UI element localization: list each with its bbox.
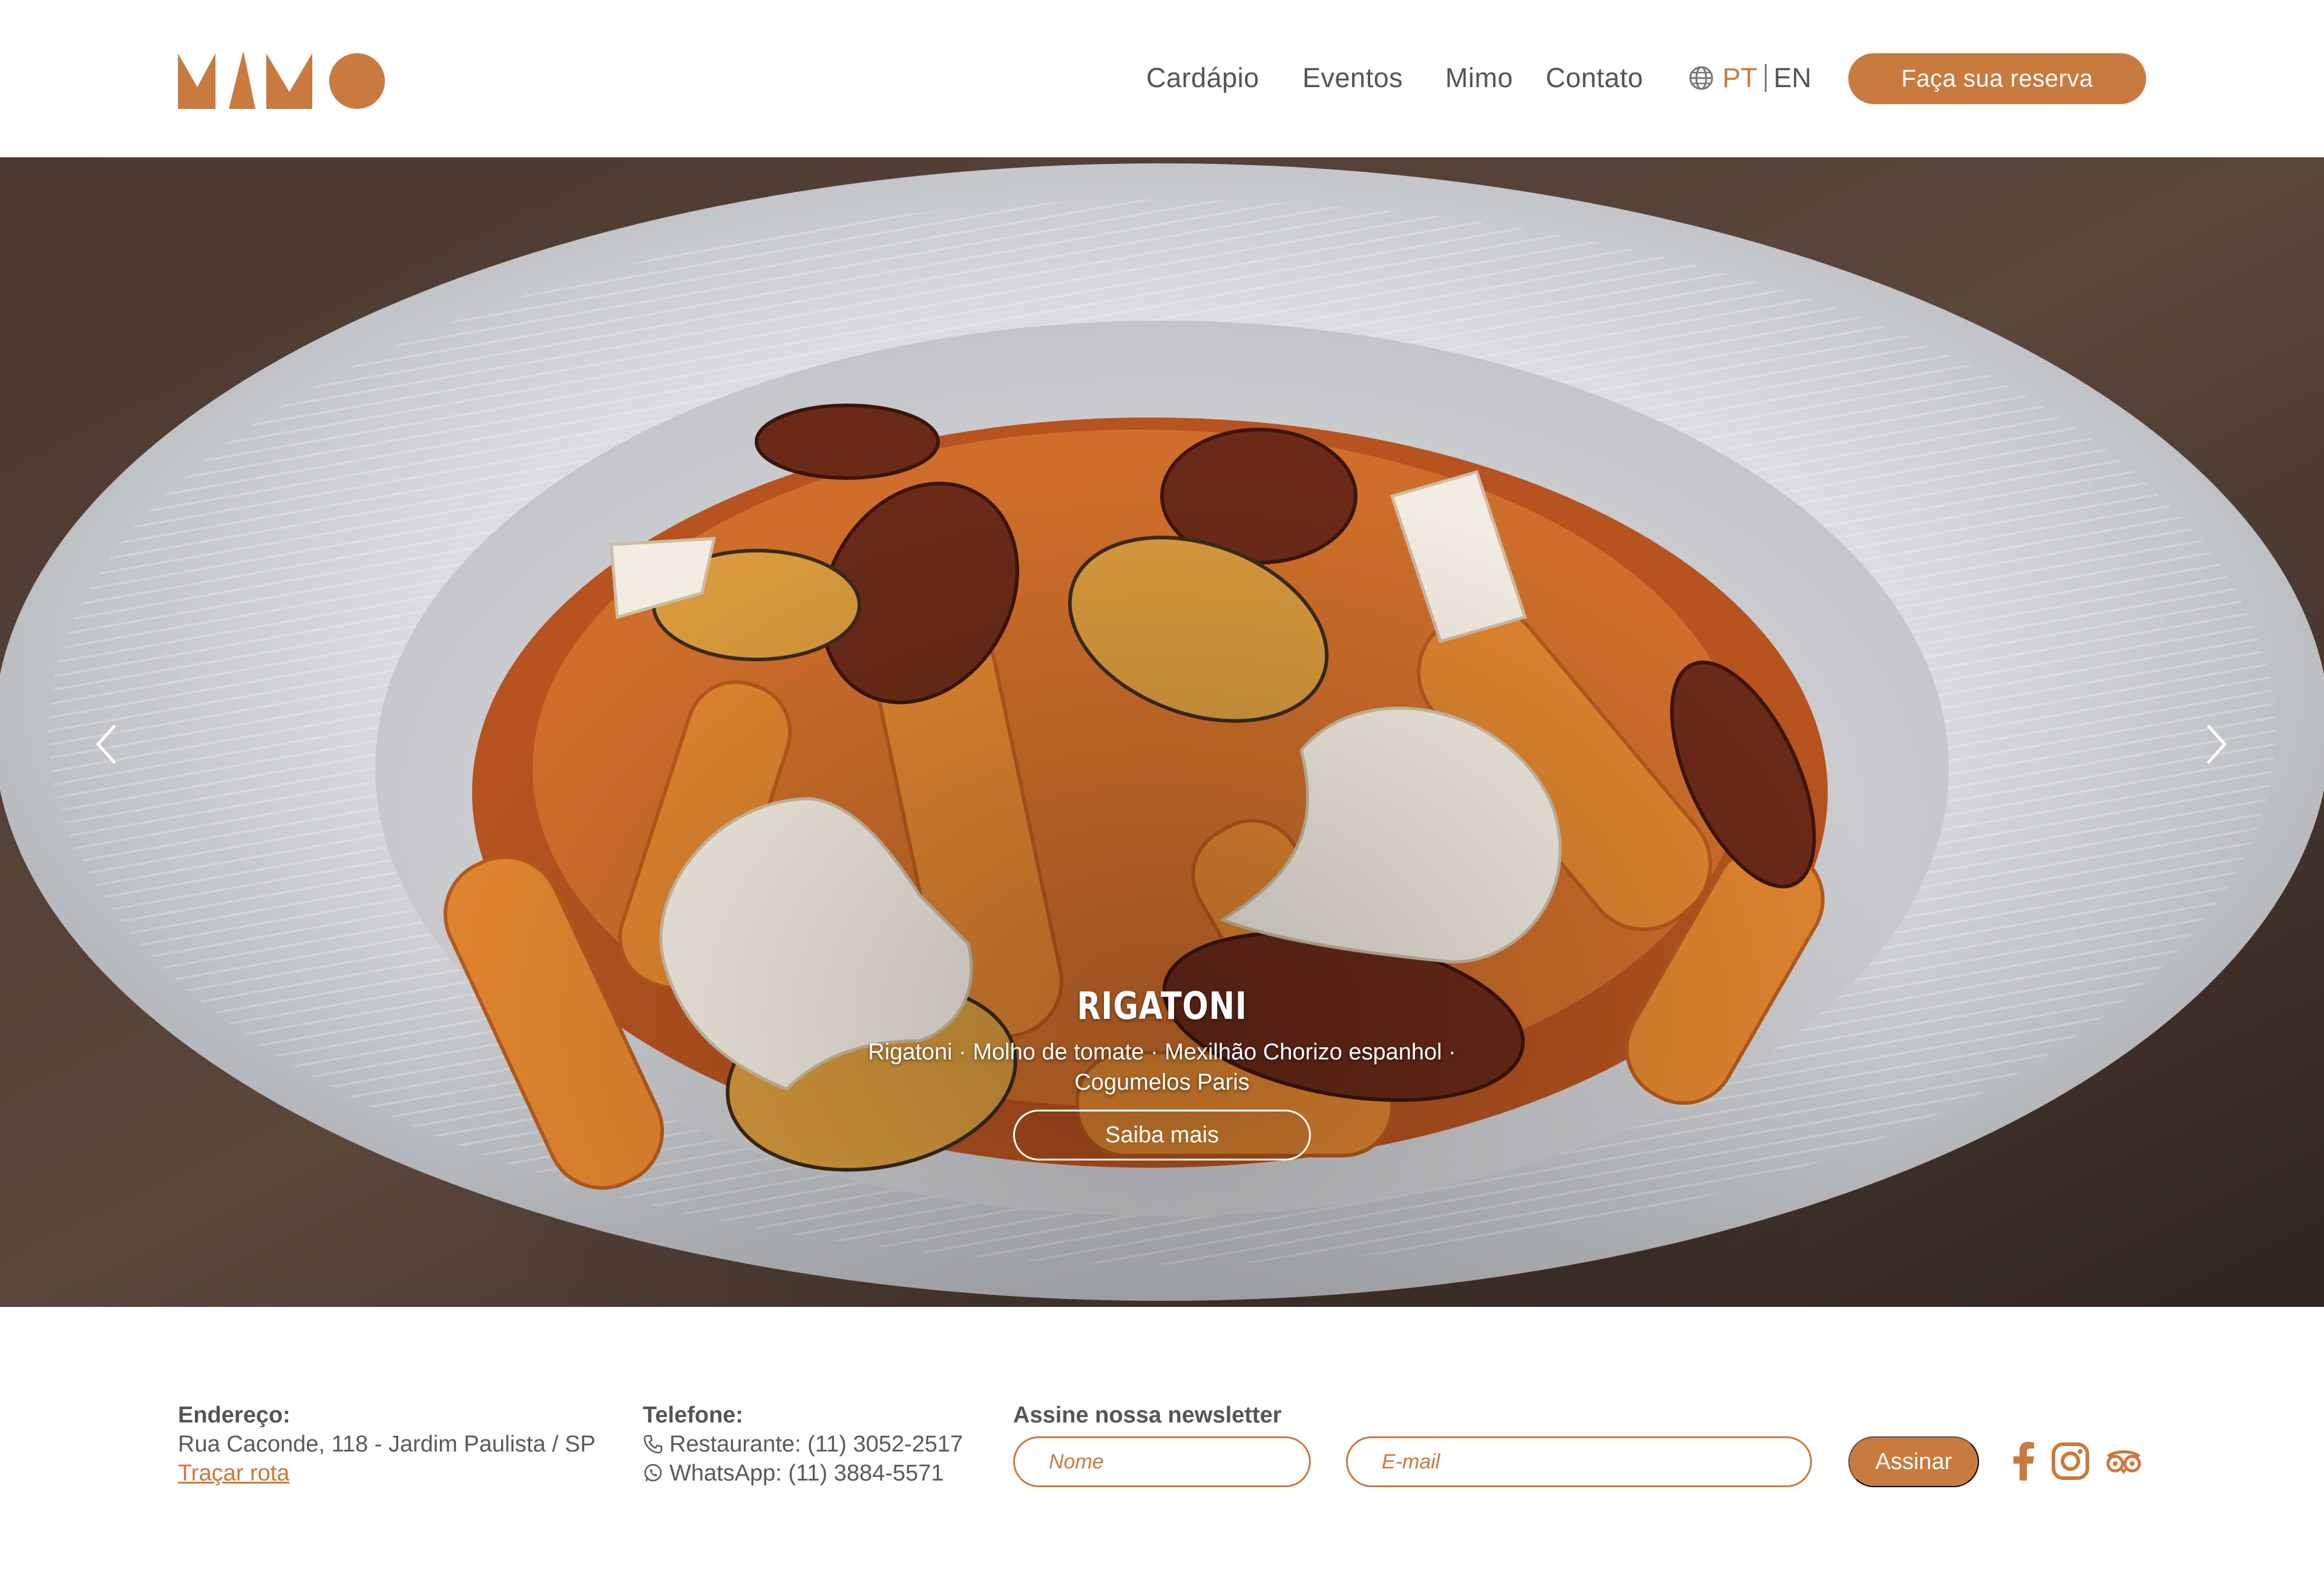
whatsapp-phone[interactable]: WhatsApp: (11) 3884-5571 [643, 1461, 944, 1487]
carousel-next-button[interactable] [2192, 708, 2240, 781]
tripadvisor-link[interactable] [2102, 1440, 2145, 1482]
learn-more-button[interactable]: Saiba mais [1013, 1110, 1311, 1160]
slide-description-line-2: Cogumelos Paris [1074, 1070, 1250, 1095]
instagram-link[interactable] [2049, 1440, 2092, 1482]
globe-icon [1689, 66, 1713, 90]
address-label: Endereço: [178, 1402, 290, 1428]
nav-cardapio[interactable]: Cardápio [1146, 58, 1259, 98]
lang-en[interactable]: EN [1774, 62, 1812, 94]
subscribe-button[interactable]: Assinar [1848, 1436, 1979, 1487]
nav-eventos[interactable]: Eventos [1302, 58, 1403, 98]
nav-mimo[interactable]: Mimo [1445, 58, 1513, 98]
lang-divider [1764, 64, 1767, 92]
instagram-icon [2052, 1442, 2089, 1480]
site-header: Cardápio Eventos Mimo Contato PT EN Faça… [0, 0, 2324, 157]
route-link[interactable]: Traçar rota [178, 1461, 289, 1487]
carousel-prev-button[interactable] [82, 708, 131, 781]
tripadvisor-icon [2106, 1450, 2141, 1474]
slide-title: RIGATONI [1077, 984, 1247, 1028]
phone-label: Telefone: [643, 1402, 744, 1428]
whatsapp-icon [644, 1464, 662, 1482]
whatsapp-phone-text: WhatsApp: (11) 3884-5571 [669, 1461, 944, 1486]
newsletter-label: Assine nossa newsletter [1013, 1402, 1282, 1428]
facebook-icon [2014, 1442, 2034, 1481]
newsletter-name-input[interactable]: Nome [1013, 1436, 1311, 1487]
restaurant-phone-text: Restaurante: (11) 3052-2517 [669, 1432, 963, 1457]
slide-description: Rigatoni · Molho de tomate · Mexilhão Ch… [829, 1037, 1495, 1098]
slide-description-line-1: Rigatoni · Molho de tomate · Mexilhão Ch… [868, 1039, 1456, 1065]
mimo-logo[interactable] [178, 50, 387, 109]
lang-pt[interactable]: PT [1722, 62, 1758, 94]
hero-carousel: RIGATONI Rigatoni · Molho de tomate · Me… [0, 157, 2324, 1307]
language-switcher: PT EN [1689, 58, 1811, 98]
newsletter-email-input[interactable]: E-mail [1346, 1436, 1812, 1487]
phone-icon [643, 1435, 663, 1454]
restaurant-phone[interactable]: Restaurante: (11) 3052-2517 [643, 1432, 963, 1458]
address-value: Rua Caconde, 118 - Jardim Paulista / SP [178, 1432, 596, 1457]
chevron-right-icon [2207, 724, 2227, 764]
reserve-button[interactable]: Faça sua reserva [1848, 53, 2146, 104]
nav-contato[interactable]: Contato [1546, 58, 1643, 98]
chevron-left-icon [96, 724, 116, 764]
facebook-link[interactable] [2008, 1440, 2038, 1482]
